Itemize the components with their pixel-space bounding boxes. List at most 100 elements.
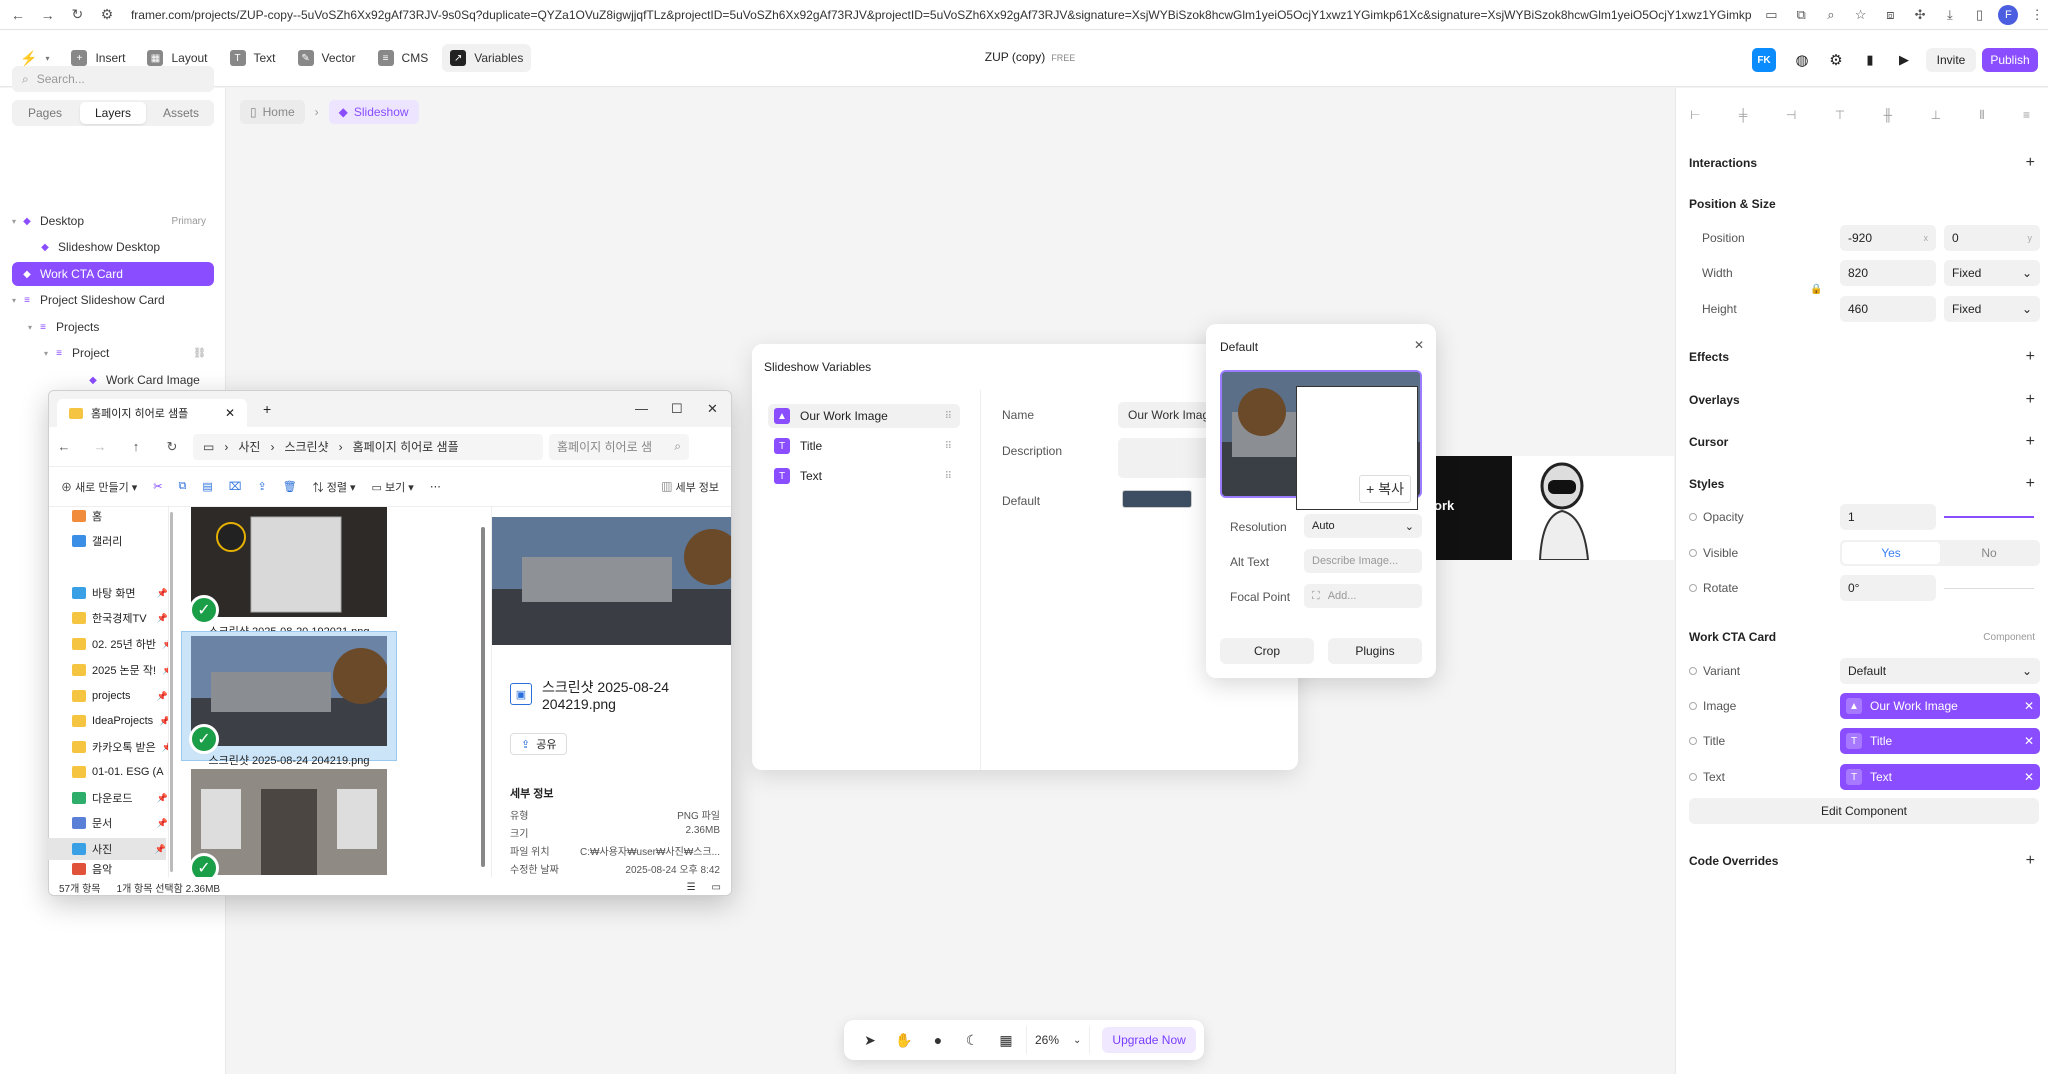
- maximize-icon[interactable]: ☐: [671, 401, 683, 417]
- cast-icon[interactable]: ⧉: [1790, 4, 1812, 26]
- plus-icon[interactable]: +: [2026, 154, 2035, 172]
- layer-work-cta-card[interactable]: ◆ Work CTA Card: [12, 262, 214, 286]
- nav-downloads[interactable]: 다운로드 📌: [72, 787, 168, 809]
- reload-icon[interactable]: ↻: [65, 3, 89, 27]
- forward-icon[interactable]: →: [85, 439, 115, 454]
- upgrade-button[interactable]: Upgrade Now: [1102, 1027, 1196, 1053]
- cut-icon[interactable]: ✂: [153, 480, 162, 493]
- variable-text[interactable]: T Text ⠿: [768, 464, 960, 488]
- tab-assets[interactable]: Assets: [148, 100, 214, 126]
- width-input[interactable]: 820: [1840, 260, 1936, 286]
- drag-handle-icon[interactable]: ⠿: [945, 471, 952, 482]
- copy-button[interactable]: + 복사: [1359, 475, 1411, 503]
- bookmark-star-icon[interactable]: ☆: [1850, 4, 1872, 26]
- view-button[interactable]: ▭ 보기 ▾: [372, 479, 414, 495]
- align-center-h-icon[interactable]: ╪: [1739, 108, 1748, 123]
- height-mode-select[interactable]: Fixed ⌄: [1944, 296, 2040, 322]
- variable-dot-icon[interactable]: [1689, 549, 1697, 557]
- globe-icon[interactable]: ◍: [1790, 48, 1814, 72]
- project-title[interactable]: ZUP (copy) FREE: [930, 50, 1130, 64]
- back-icon[interactable]: ←: [49, 439, 79, 454]
- close-window-icon[interactable]: ✕: [707, 401, 718, 417]
- section-interactions[interactable]: Interactions +: [1689, 154, 2035, 172]
- more-icon[interactable]: ⋯: [430, 480, 441, 493]
- breadcrumb-slideshow[interactable]: ◆ Slideshow: [328, 100, 419, 124]
- edit-component-button[interactable]: Edit Component: [1689, 798, 2039, 824]
- sort-button[interactable]: ⇅ 정렬 ▾: [313, 479, 356, 495]
- comment-tool-icon[interactable]: ●: [924, 1026, 952, 1054]
- tab-layers[interactable]: Layers: [80, 102, 146, 124]
- close-icon[interactable]: ✕: [1414, 338, 1424, 352]
- distribute-v-icon[interactable]: ≡: [2023, 108, 2030, 123]
- nav-folder[interactable]: 02. 25년 하반 📌: [72, 633, 168, 655]
- zoom-icon[interactable]: ⌕: [1820, 4, 1842, 26]
- aspect-lock-icon[interactable]: 🔒: [1810, 284, 1822, 295]
- distribute-h-icon[interactable]: ⫴: [1979, 108, 1984, 123]
- nav-music[interactable]: 음악: [72, 862, 168, 876]
- rotate-slider[interactable]: [1944, 588, 2034, 589]
- explorer-search-input[interactable]: 홈페이지 히어로 샘 ⌕: [549, 433, 689, 460]
- new-tab-icon[interactable]: +: [263, 401, 271, 417]
- copy-icon[interactable]: ⧉: [179, 480, 187, 493]
- rename-icon[interactable]: ⌧: [229, 480, 242, 493]
- nav-home[interactable]: 홈: [72, 505, 168, 527]
- variant-select[interactable]: Default ⌄: [1840, 658, 2040, 684]
- section-cursor[interactable]: Cursor +: [1689, 433, 2035, 451]
- collaborator-avatar[interactable]: FK: [1752, 48, 1776, 72]
- zoom-select[interactable]: 26% ⌄: [1026, 1026, 1091, 1054]
- image-variable-binding[interactable]: ▲ Our Work Image ✕: [1840, 693, 2040, 719]
- text-variable-binding[interactable]: T Text ✕: [1840, 764, 2040, 790]
- variable-dot-icon[interactable]: [1689, 702, 1697, 710]
- menu-icon[interactable]: ⋮: [2026, 4, 2048, 26]
- address-path[interactable]: ▭ › 사진 › 스크린샷 › 홈페이지 히어로 샘플: [193, 433, 543, 460]
- file-grid-scrollbar[interactable]: [481, 527, 485, 867]
- nav-folder[interactable]: 01-01. ESG (A📌: [72, 761, 168, 783]
- plus-icon[interactable]: +: [2026, 348, 2035, 366]
- profile-avatar[interactable]: F: [1998, 4, 2019, 25]
- position-x-input[interactable]: -920 x: [1840, 225, 1936, 251]
- nav-pictures[interactable]: 사진 📌: [48, 838, 166, 860]
- nav-scrollbar[interactable]: [170, 512, 173, 872]
- file-item[interactable]: ✓ 스크린샷 2025-08-20 192021.png: [181, 507, 397, 639]
- new-button[interactable]: ⊕ 새로 만들기 ▾: [61, 479, 137, 495]
- file-item-selected[interactable]: ✓ 스크린샷 2025-08-24 204219.png: [181, 631, 397, 767]
- share-icon[interactable]: ⇪: [257, 480, 266, 493]
- variable-title[interactable]: T Title ⠿: [768, 434, 960, 458]
- variable-dot-icon[interactable]: [1689, 737, 1697, 745]
- layer-project-slideshow-card[interactable]: ▾ ≡ Project Slideshow Card: [12, 288, 214, 312]
- nav-folder[interactable]: 카카오톡 받은 📌: [72, 736, 168, 758]
- close-tab-icon[interactable]: ✕: [225, 406, 235, 420]
- cms-button[interactable]: ≡ CMS: [370, 44, 437, 72]
- section-overlays[interactable]: Overlays +: [1689, 391, 2035, 409]
- layer-projects[interactable]: ▾ ≡ Projects: [12, 315, 214, 339]
- default-image-thumbnail[interactable]: [1122, 490, 1192, 508]
- share-button[interactable]: ⇪ 공유: [510, 733, 568, 755]
- plugins-button[interactable]: Plugins: [1328, 638, 1422, 664]
- nav-documents[interactable]: 문서 📌: [72, 812, 168, 834]
- variable-our-work-image[interactable]: ▲ Our Work Image ⠿: [768, 404, 960, 428]
- thumbnail-view-icon[interactable]: ▭: [712, 882, 721, 893]
- nav-desktop[interactable]: 바탕 화면 📌: [72, 582, 168, 604]
- align-middle-icon[interactable]: ╫: [1884, 108, 1893, 123]
- visible-yes-button[interactable]: Yes: [1842, 542, 1940, 564]
- refresh-icon[interactable]: ↻: [157, 439, 187, 455]
- height-input[interactable]: 460: [1840, 296, 1936, 322]
- section-effects[interactable]: Effects +: [1689, 348, 2035, 366]
- resolution-select[interactable]: Auto ⌄: [1304, 514, 1422, 538]
- crop-button[interactable]: Crop: [1220, 638, 1314, 664]
- unlink-icon[interactable]: ✕: [2024, 734, 2034, 748]
- opacity-input[interactable]: 1: [1840, 504, 1936, 530]
- hand-tool-icon[interactable]: ✋: [890, 1026, 918, 1054]
- plus-icon[interactable]: +: [2026, 391, 2035, 409]
- vector-button[interactable]: ✎ Vector: [290, 44, 364, 72]
- invite-button[interactable]: Invite: [1926, 48, 1976, 72]
- minimize-icon[interactable]: —: [635, 401, 648, 416]
- unlink-icon[interactable]: ✕: [2024, 699, 2034, 713]
- extension-icon[interactable]: ⧈: [1879, 4, 1901, 26]
- tab-pages[interactable]: Pages: [12, 100, 78, 126]
- up-icon[interactable]: ↑: [121, 439, 151, 454]
- nav-folder[interactable]: 2025 논문 작! 📌: [72, 659, 168, 681]
- layer-slideshow-desktop[interactable]: ◆ Slideshow Desktop: [12, 235, 214, 259]
- tab-search-icon[interactable]: ▭: [1760, 4, 1782, 26]
- details-pane-button[interactable]: ▥ 세부 정보: [661, 479, 719, 495]
